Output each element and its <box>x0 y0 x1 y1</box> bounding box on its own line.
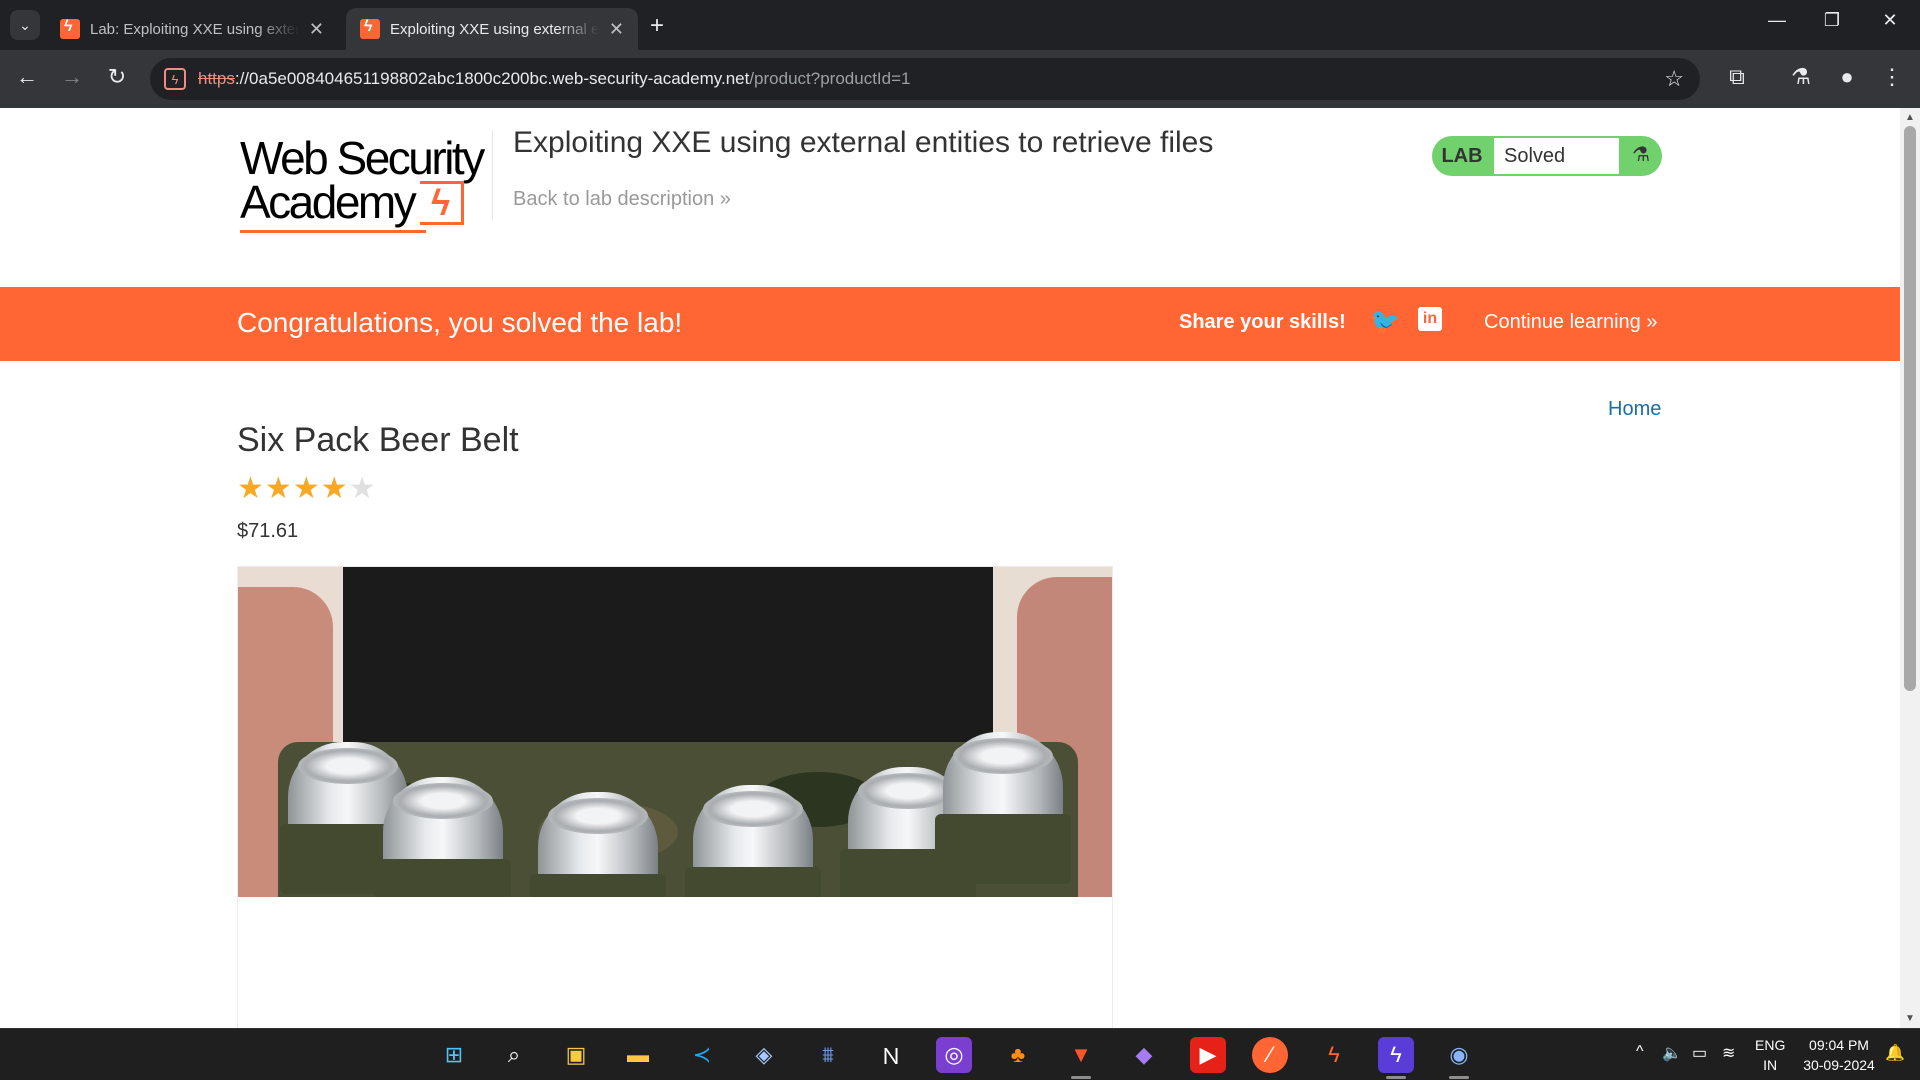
puzzle-icon[interactable]: ⧉ <box>1722 64 1752 90</box>
star-filled-icon: ★ <box>320 472 349 505</box>
scroll-up-icon[interactable]: ▲ <box>1905 112 1915 123</box>
podcast-icon[interactable]: ◎ <box>936 1037 972 1073</box>
restore-icon[interactable]: ❐ <box>1817 10 1847 31</box>
star-filled-icon: ★ <box>264 472 293 505</box>
product-image <box>238 567 1112 897</box>
browser-tab-lab[interactable]: Lab: Exploiting XXE using external entit… <box>46 8 338 50</box>
arrow-left-icon[interactable]: ← <box>12 64 42 90</box>
twitter-icon[interactable]: 🐦 <box>1370 307 1400 336</box>
url-scheme: https <box>198 69 235 88</box>
tab-title: Exploiting XXE using external entities t… <box>390 20 599 38</box>
brave-icon[interactable]: ▼ <box>1063 1037 1099 1079</box>
page-scrollbar[interactable]: ▲ ▼ <box>1900 108 1920 1028</box>
kebab-menu-icon[interactable]: ⋮ <box>1877 64 1907 90</box>
vpn-icon[interactable]: ϟ <box>1378 1037 1414 1079</box>
youtube-icon[interactable]: ▶ <box>1190 1037 1226 1073</box>
language-indicator[interactable]: ENG IN <box>1755 1035 1785 1075</box>
arrow-right-icon[interactable]: → <box>57 64 87 90</box>
file-explorer-icon[interactable]: ▬ <box>620 1037 656 1073</box>
lab-status-badge: LAB Solved ⚗ <box>1432 136 1662 176</box>
scrollbar-thumb[interactable] <box>1904 126 1916 691</box>
product-title: Six Pack Beer Belt <box>237 421 519 459</box>
wireshark-icon[interactable]: ⩩ <box>810 1037 846 1073</box>
star-filled-icon: ★ <box>237 472 265 505</box>
portswigger-icon[interactable]: ϟ <box>1316 1037 1352 1073</box>
url-path: /product?productId=1 <box>749 69 911 88</box>
product-image-container <box>237 566 1113 1028</box>
close-icon[interactable]: ✕ <box>309 19 324 40</box>
browser-tab-bar: ⌄ Lab: Exploiting XXE using external ent… <box>0 0 1920 50</box>
portswigger-favicon-icon <box>360 18 380 39</box>
linkedin-icon[interactable]: in <box>1418 307 1442 331</box>
continue-learning-link[interactable]: Continue learning » <box>1484 311 1657 334</box>
flask-icon[interactable]: ⚗ <box>1786 64 1816 90</box>
person-icon[interactable]: ● <box>1832 64 1862 90</box>
url-host: ://0a5e008404651198802abc1800c200bc.web-… <box>234 69 750 88</box>
logo-line2: Academy <box>240 176 417 228</box>
minimize-icon[interactable]: — <box>1762 10 1792 31</box>
lightning-logo-icon: ϟ <box>420 181 464 225</box>
lab-status-text: Solved <box>1494 138 1619 174</box>
star-filled-icon: ★ <box>292 472 321 505</box>
notification-bell-icon[interactable]: 🔔 <box>1885 1043 1905 1063</box>
chevron-down-icon[interactable]: ⌄ <box>10 10 40 40</box>
home-link[interactable]: Home <box>1608 398 1661 421</box>
not-secure-icon[interactable]: ϟ <box>164 68 186 90</box>
region-code: IN <box>1763 1057 1778 1073</box>
browser-toolbar: ← → ↻ ϟ https://0a5e008404651198802abc18… <box>0 50 1920 108</box>
logo-line1: Web Security <box>240 132 485 184</box>
page-content: Web Security Academy ϟ Exploiting XXE us… <box>0 108 1900 1028</box>
congratulations-message: Congratulations, you solved the lab! <box>237 307 683 338</box>
web-security-academy-logo[interactable]: Web Security Academy ϟ <box>240 135 490 235</box>
speaker-icon[interactable]: 🔈 <box>1662 1043 1682 1063</box>
share-skills-label: Share your skills! <box>1179 311 1346 333</box>
windows-start-icon[interactable]: ⊞ <box>436 1037 472 1073</box>
rating-stars: ★★★★★ <box>237 471 377 506</box>
star-empty-icon: ★ <box>348 472 377 505</box>
lab-label: LAB <box>1441 144 1483 167</box>
scroll-down-icon[interactable]: ▼ <box>1905 1013 1915 1024</box>
star-icon[interactable]: ☆ <box>1664 66 1684 92</box>
vscode-icon[interactable]: ≺ <box>684 1037 720 1073</box>
clock-time: 09:04 PM <box>1809 1037 1869 1053</box>
close-icon[interactable]: ✕ <box>609 19 624 40</box>
chrome-icon[interactable]: ◉ <box>1441 1037 1477 1079</box>
windows-taskbar: ⊞ ⌕ ▣ ▬ ≺ ◈ ⩩ Ｎ ◎ ♣ ▼ ◆ ▶ ⁄ ϟ ϟ ◉ ^ 🔈 ▭ … <box>0 1028 1920 1080</box>
system-clock[interactable]: 09:04 PM 30-09-2024 <box>1797 1035 1881 1075</box>
chevron-up-icon[interactable]: ^ <box>1636 1043 1644 1061</box>
window-close-icon[interactable]: ✕ <box>1875 10 1905 31</box>
reload-icon[interactable]: ↻ <box>102 64 132 90</box>
flask-icon: ⚗ <box>1632 144 1650 166</box>
product-price: $71.61 <box>237 520 299 542</box>
tab-title: Lab: Exploiting XXE using external entit… <box>90 20 299 38</box>
search-icon[interactable]: ⌕ <box>496 1037 532 1073</box>
address-bar[interactable]: ϟ https://0a5e008404651198802abc1800c200… <box>150 58 1700 100</box>
new-tab-plus-icon[interactable]: + <box>650 12 664 40</box>
fl-studio-icon[interactable]: ♣ <box>1000 1037 1036 1073</box>
solved-banner: Congratulations, you solved the lab! Sha… <box>0 287 1900 361</box>
notion-icon[interactable]: Ｎ <box>873 1037 909 1073</box>
browser-tab-product[interactable]: Exploiting XXE using external entities t… <box>346 8 638 50</box>
header-divider <box>492 130 493 220</box>
portswigger-favicon-icon <box>60 18 80 39</box>
logo-underline <box>240 230 426 233</box>
battery-icon[interactable]: ▭ <box>1692 1043 1707 1063</box>
page-title: Exploiting XXE using external entities t… <box>513 126 1214 159</box>
virtualbox-icon[interactable]: ◈ <box>746 1037 782 1073</box>
obsidian-icon[interactable]: ◆ <box>1126 1037 1162 1073</box>
back-to-lab-description-link[interactable]: Back to lab description » <box>513 188 731 211</box>
clock-date: 30-09-2024 <box>1803 1057 1875 1073</box>
wifi-icon[interactable]: ≋ <box>1722 1043 1735 1063</box>
store-icon[interactable]: ▣ <box>558 1037 594 1073</box>
burp-icon[interactable]: ⁄ <box>1252 1037 1288 1073</box>
language-code: ENG <box>1755 1037 1786 1053</box>
